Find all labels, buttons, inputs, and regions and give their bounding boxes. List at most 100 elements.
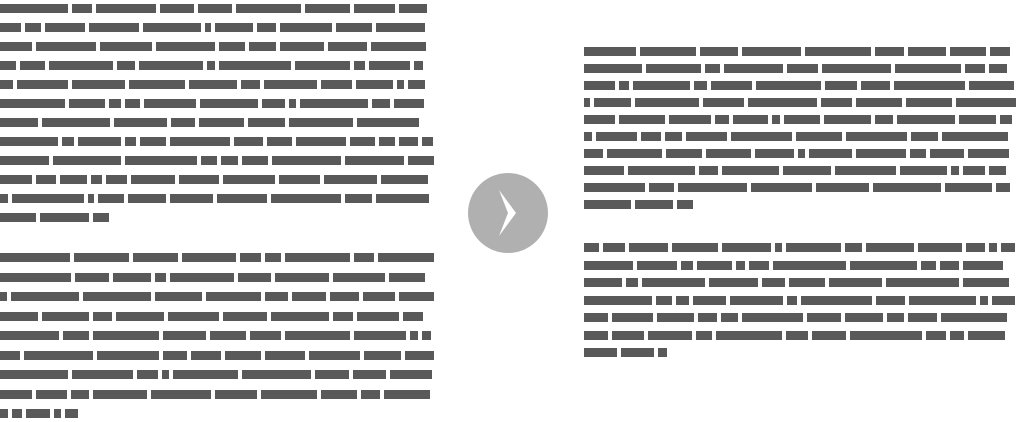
word-bar — [749, 260, 769, 270]
word-bar — [17, 80, 68, 89]
word-bar — [371, 42, 426, 51]
word-bar — [908, 313, 937, 322]
word-bar — [945, 183, 992, 192]
word-bar — [731, 132, 792, 141]
word-bar — [805, 47, 871, 56]
word-bar — [686, 132, 727, 141]
word-bar — [408, 80, 425, 89]
word-bar — [36, 175, 56, 184]
word-bar — [0, 272, 71, 282]
word-bar — [198, 4, 232, 13]
word-bar — [787, 64, 818, 73]
word-bar — [845, 313, 883, 322]
word-bar — [156, 42, 215, 51]
word-bar — [345, 156, 404, 165]
left-paragraph-2 — [0, 253, 436, 422]
word-bar — [724, 64, 783, 73]
word-bar — [206, 292, 261, 301]
word-bar — [11, 292, 79, 301]
word-bar — [336, 23, 372, 32]
text-line — [0, 137, 436, 146]
word-bar — [0, 61, 16, 70]
word-bar — [242, 370, 311, 379]
word-bar — [0, 331, 59, 340]
word-bar — [584, 149, 603, 158]
word-bar — [656, 295, 672, 305]
word-bar — [584, 330, 608, 340]
text-line — [0, 156, 436, 165]
word-bar — [215, 23, 253, 32]
arrow-button — [468, 173, 548, 253]
word-bar — [798, 149, 805, 158]
word-bar — [128, 194, 166, 203]
word-bar — [333, 311, 353, 321]
word-bar — [619, 115, 665, 124]
text-line — [584, 166, 1020, 175]
word-bar — [63, 331, 89, 340]
text-line — [0, 331, 436, 340]
word-bar — [755, 149, 794, 158]
word-bar — [821, 98, 852, 107]
word-bar — [372, 99, 390, 108]
word-bar — [285, 331, 350, 340]
word-bar — [942, 132, 1008, 141]
word-bar — [612, 313, 653, 322]
text-line — [584, 115, 1020, 124]
text-line — [0, 272, 436, 282]
word-bar — [42, 311, 89, 321]
word-bar — [736, 260, 745, 270]
word-bar — [264, 80, 317, 89]
word-bar — [835, 166, 896, 175]
word-bar — [950, 47, 986, 56]
word-bar — [405, 350, 434, 360]
word-bar — [309, 350, 360, 360]
word-bar — [909, 295, 976, 305]
word-bar — [378, 253, 434, 262]
word-bar — [321, 389, 357, 399]
word-bar — [354, 61, 365, 70]
word-bar — [249, 42, 276, 51]
word-bar — [345, 194, 372, 203]
text-line — [0, 80, 436, 89]
word-bar — [784, 115, 820, 124]
word-bar — [584, 81, 615, 90]
word-bar — [275, 272, 329, 282]
word-bar — [950, 330, 964, 340]
word-bar — [742, 313, 803, 322]
word-bar — [0, 253, 70, 262]
word-bar — [410, 331, 418, 340]
word-bar — [845, 243, 862, 252]
word-bar — [221, 156, 238, 165]
word-bar — [207, 61, 215, 70]
word-bar — [596, 132, 637, 141]
word-bar — [381, 175, 428, 184]
word-bar — [980, 295, 988, 305]
word-bar — [182, 253, 236, 262]
word-bar — [241, 80, 260, 89]
word-bar — [305, 4, 350, 13]
word-bar — [584, 47, 636, 56]
word-bar — [730, 295, 783, 305]
word-bar — [265, 253, 281, 262]
word-bar — [584, 115, 615, 124]
word-bar — [69, 99, 105, 108]
word-bar — [171, 118, 195, 127]
word-bar — [272, 156, 341, 165]
word-bar — [786, 243, 841, 252]
word-bar — [762, 278, 785, 287]
word-bar — [621, 348, 654, 357]
word-bar — [354, 4, 395, 13]
word-bar — [89, 23, 139, 32]
word-bar — [333, 272, 385, 282]
word-bar — [965, 64, 985, 73]
word-bar — [199, 118, 244, 127]
word-bar — [0, 175, 32, 184]
word-bar — [422, 137, 433, 146]
word-bar — [155, 272, 166, 282]
word-bar — [289, 99, 296, 108]
word-bar — [846, 132, 907, 141]
text-line — [584, 47, 1020, 56]
word-bar — [93, 389, 147, 399]
word-bar — [403, 311, 423, 321]
word-bar — [966, 243, 985, 252]
